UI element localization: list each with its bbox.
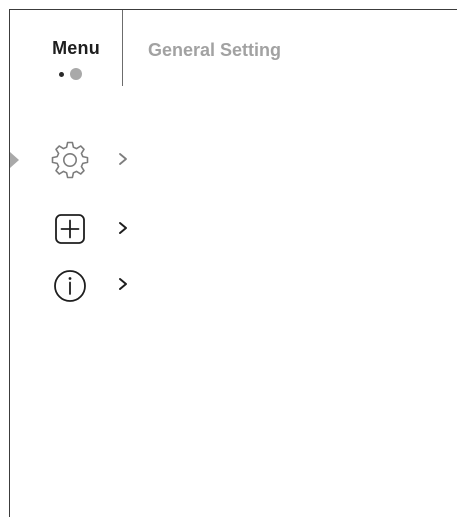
header: Menu General Setting bbox=[10, 10, 457, 90]
chevron-right-icon bbox=[119, 153, 127, 165]
section-title: General Setting bbox=[148, 40, 282, 60]
menu-item-info[interactable] bbox=[10, 263, 210, 313]
selection-arrow-icon bbox=[10, 152, 19, 168]
page-dot-inactive bbox=[59, 72, 64, 77]
plus-box-icon bbox=[55, 214, 85, 244]
gear-icon bbox=[51, 141, 89, 179]
menu-item-add[interactable] bbox=[10, 207, 210, 257]
page-indicator bbox=[59, 68, 99, 84]
page-dot-active bbox=[70, 68, 82, 80]
menu-title: Menu bbox=[52, 38, 100, 58]
chevron-right-icon bbox=[119, 278, 127, 290]
header-divider bbox=[122, 10, 123, 86]
chevron-right-icon bbox=[119, 222, 127, 234]
info-circle-icon bbox=[54, 270, 86, 302]
device-screen: Menu General Setting bbox=[9, 9, 457, 517]
menu-item-general-settings[interactable] bbox=[10, 138, 210, 188]
